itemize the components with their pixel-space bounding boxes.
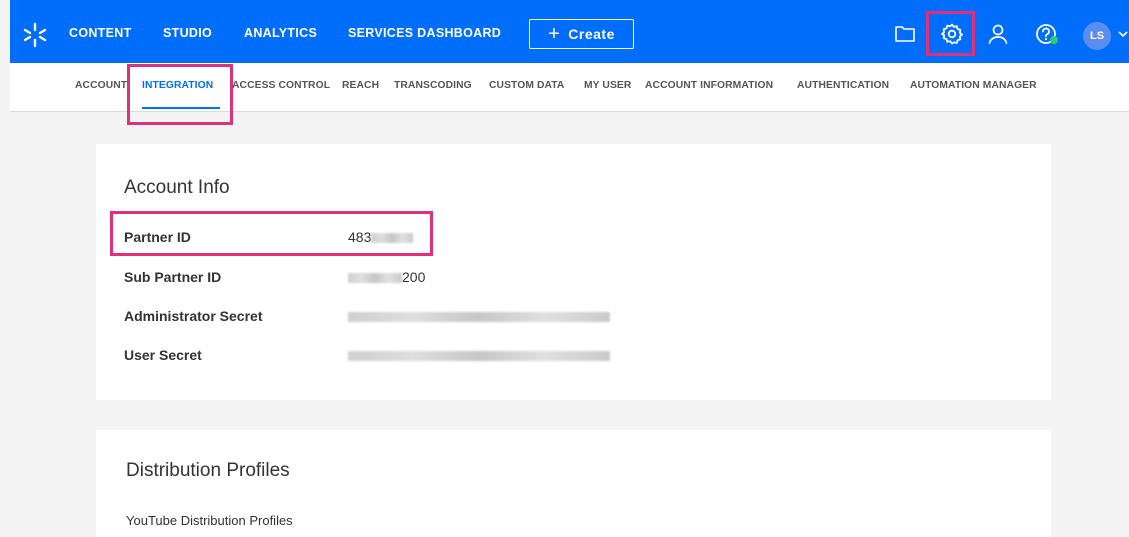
integration-tab-highlight — [127, 64, 233, 125]
tab-account-information[interactable]: ACCOUNT INFORMATION — [645, 80, 773, 91]
user-secret-label: User Secret — [124, 347, 202, 363]
redacted-block — [348, 312, 610, 323]
nav-studio[interactable]: STUDIO — [163, 26, 212, 40]
chevron-down-icon[interactable] — [1117, 27, 1129, 41]
user-icon[interactable] — [986, 22, 1010, 46]
nav-services-dashboard[interactable]: SERVICES DASHBOARD — [348, 26, 501, 40]
tab-transcoding[interactable]: TRANSCODING — [394, 80, 472, 91]
administrator-secret-value — [348, 308, 610, 324]
tab-authentication[interactable]: AUTHENTICATION — [797, 80, 889, 91]
tab-custom-data[interactable]: CUSTOM DATA — [489, 80, 564, 91]
partner-id-highlight — [110, 211, 433, 256]
plus-icon: + — [548, 23, 561, 45]
youtube-distribution-profiles-label: YouTube Distribution Profiles — [126, 513, 293, 528]
tab-account[interactable]: ACCOUNT — [75, 80, 127, 91]
redacted-block — [348, 351, 610, 362]
distribution-profiles-card: Distribution Profiles YouTube Distributi… — [96, 430, 1051, 537]
redacted-block — [348, 273, 402, 284]
folder-icon[interactable] — [893, 22, 917, 46]
create-button[interactable]: + Create — [529, 19, 634, 49]
help-icon[interactable] — [1035, 22, 1059, 46]
distribution-profiles-title: Distribution Profiles — [126, 460, 290, 481]
sub-partner-id-visible-digits: 200 — [402, 269, 426, 285]
create-button-label: Create — [568, 26, 615, 42]
kaltura-logo-icon[interactable] — [22, 22, 48, 48]
tab-reach[interactable]: REACH — [342, 80, 379, 91]
tab-my-user[interactable]: MY USER — [584, 80, 631, 91]
gear-icon-highlight — [926, 11, 975, 56]
account-info-card: Account Info Partner ID 483 Sub Partner … — [96, 144, 1051, 400]
nav-analytics[interactable]: ANALYTICS — [244, 26, 317, 40]
account-info-title: Account Info — [124, 177, 230, 198]
sub-partner-id-label: Sub Partner ID — [124, 269, 222, 285]
online-status-dot — [1050, 36, 1058, 44]
tab-access-control[interactable]: ACCESS CONTROL — [232, 80, 330, 91]
nav-content[interactable]: CONTENT — [69, 26, 132, 40]
user-secret-value — [348, 347, 610, 363]
administrator-secret-label: Administrator Secret — [124, 308, 263, 324]
tab-automation-manager[interactable]: AUTOMATION MANAGER — [910, 80, 1037, 91]
sub-partner-id-value: 200 — [348, 269, 425, 285]
avatar[interactable]: LS — [1083, 22, 1111, 50]
